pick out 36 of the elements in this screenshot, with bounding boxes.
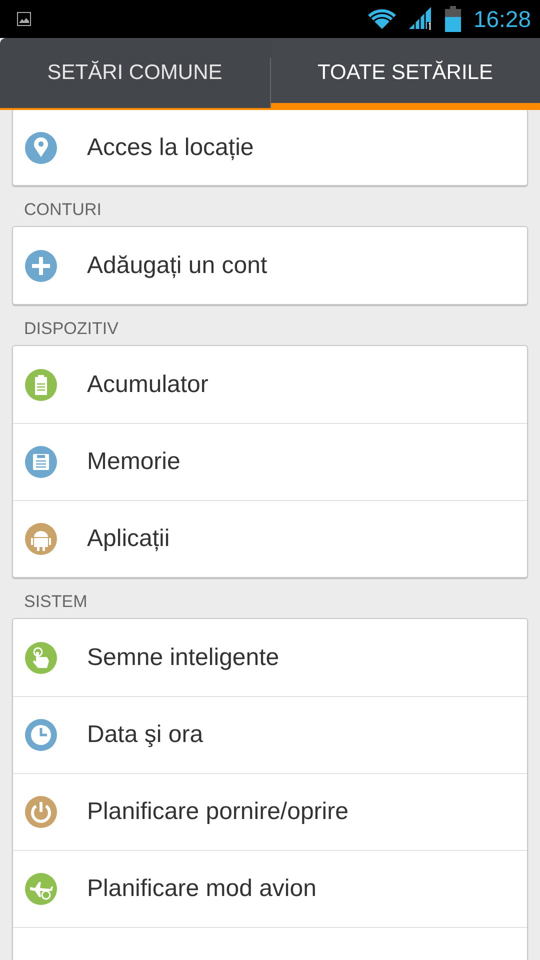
battery-status-icon [445,6,462,32]
item-label: Semne inteligente [87,644,280,672]
section-header: SISTEM [23,591,88,613]
item-label: Planificare mod avion [87,875,316,903]
item-label: Memorie [87,448,180,476]
plus-icon [25,250,57,282]
item-label: Acumulator [87,370,208,398]
section-header: DISPOZITIV [23,318,120,340]
location-pin-icon [25,132,57,164]
signal-icon [409,7,434,31]
section-header: CONTURI [23,199,102,221]
settings-item[interactable]: Acces la locație [13,110,527,185]
settings-item[interactable]: Planificare pornire/oprire [13,773,527,850]
battery-icon [25,368,57,400]
settings-item[interactable]: Adăugați un cont [13,227,527,304]
item-label: Planificare pornire/oprire [87,798,348,826]
item-label: Data şi ora [87,721,204,749]
image-icon [17,12,31,26]
robot-icon [25,523,57,555]
item-label: Aplicații [87,525,170,553]
clock-icon [25,719,57,751]
item-label: Adăugați un cont [87,252,268,280]
settings-item[interactable]: Data şi ora [13,696,527,773]
item-label: Acces la locație [87,134,254,162]
settings-item[interactable]: Planificare mod avion [13,850,527,927]
settings-item[interactable]: Aplicații [13,500,527,577]
floppy-disk-icon [25,446,57,478]
settings-item[interactable]: Semne inteligente [13,619,527,696]
settings-item[interactable]: Memorie [13,423,527,500]
tab[interactable]: TOATE SETĂRILE [270,38,540,110]
hand-pointer-icon [25,642,57,674]
wifi-icon [367,8,398,30]
clock-time: 16:28 [473,6,531,32]
settings-item[interactable]: Acumulator [13,346,527,423]
airplane-icon [25,873,57,905]
power-icon [25,796,57,828]
